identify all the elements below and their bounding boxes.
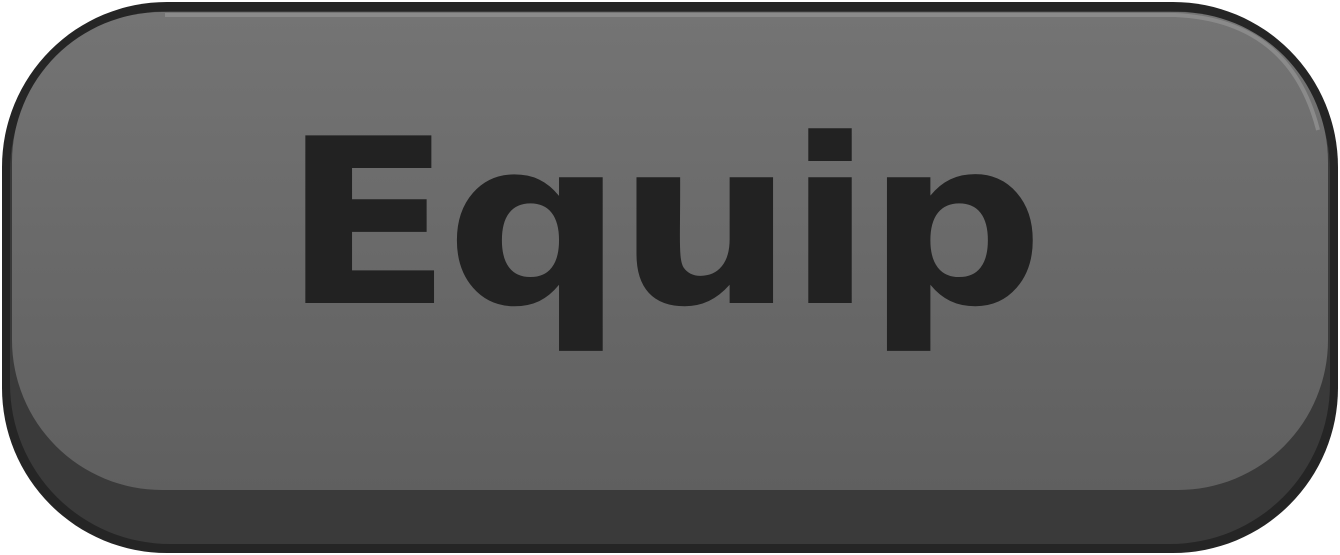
equip-button[interactable]: Equip [0,0,1340,555]
stage: Equip [0,0,1340,555]
button-label: Equip [282,91,1044,358]
